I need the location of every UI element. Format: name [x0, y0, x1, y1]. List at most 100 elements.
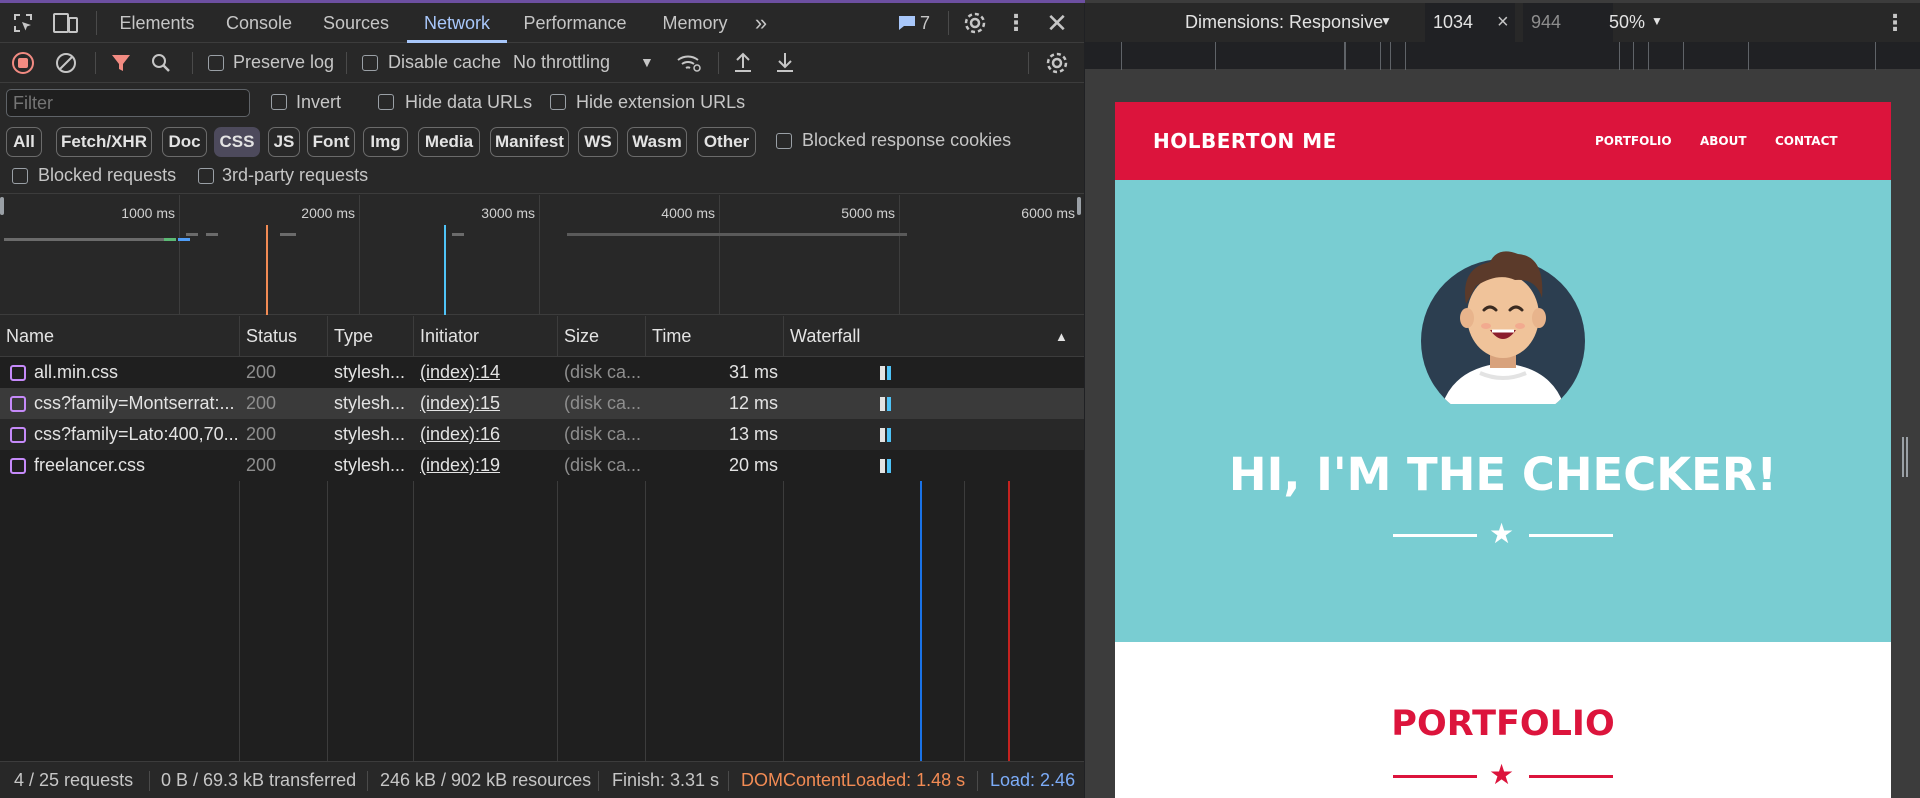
ruler-tick	[1405, 42, 1406, 70]
media-query-ruler[interactable]	[1085, 42, 1920, 70]
overview-dcl-marker	[266, 225, 268, 315]
request-name: all.min.css	[34, 362, 119, 382]
overview-request-bar	[186, 233, 198, 236]
preserve-log-checkbox[interactable]	[208, 55, 224, 71]
chevron-down-icon[interactable]: ▼	[640, 54, 654, 70]
tab-elements[interactable]: Elements	[108, 3, 206, 43]
column-header-type[interactable]: Type	[328, 316, 414, 357]
table-row[interactable]: css?family=Lato:400,70... 200 stylesh...…	[0, 419, 1084, 450]
type-filter-img[interactable]: Img	[363, 127, 408, 157]
request-initiator-link[interactable]: (index):19	[414, 450, 556, 481]
invert-checkbox[interactable]	[271, 94, 287, 110]
close-devtools-icon[interactable]: ✕	[1044, 8, 1070, 38]
overview-tick-label: 6000 ms	[1021, 205, 1075, 221]
network-settings-gear-icon[interactable]	[1044, 51, 1070, 75]
type-filter-js[interactable]: JS	[268, 127, 300, 157]
type-filter-ws[interactable]: WS	[578, 127, 618, 157]
dimensions-select[interactable]: Dimensions: Responsive	[1185, 3, 1383, 42]
type-filter-font[interactable]: Font	[307, 127, 355, 157]
tab-sources[interactable]: Sources	[312, 3, 400, 43]
type-filter-all[interactable]: All	[6, 127, 42, 157]
timeline-overview[interactable]: 1000 ms 2000 ms 3000 ms 4000 ms 5000 ms …	[0, 195, 1084, 315]
tab-memory[interactable]: Memory	[652, 3, 738, 43]
chevron-down-icon[interactable]: ▼	[1651, 14, 1663, 28]
table-row[interactable]: css?family=Montserrat:... 200 stylesh...…	[0, 388, 1084, 419]
table-row[interactable]: all.min.css 200 stylesh... (index):14 (d…	[0, 357, 1084, 388]
status-resources: 246 kB / 902 kB resources	[380, 770, 592, 790]
type-filter-wasm[interactable]: Wasm	[627, 127, 687, 157]
issues-count[interactable]: 7	[920, 3, 930, 43]
hero-divider-line	[1529, 534, 1613, 537]
export-har-icon[interactable]	[774, 50, 796, 74]
table-header: Name Status Type Initiator Size Time Wat…	[0, 316, 1084, 357]
type-filter-css[interactable]: CSS	[214, 127, 260, 157]
requests-table: Name Status Type Initiator Size Time Wat…	[0, 316, 1084, 761]
request-status: 200	[246, 362, 277, 382]
record-stop-icon[interactable]	[12, 52, 34, 74]
type-filter-media[interactable]: Media	[418, 127, 480, 157]
more-options-icon[interactable]: ⋮	[1005, 10, 1027, 35]
request-size: (disk ca...	[564, 393, 642, 413]
filter-funnel-icon[interactable]	[110, 52, 132, 74]
request-initiator-link[interactable]: (index):16	[414, 419, 556, 450]
blocked-requests-checkbox[interactable]	[12, 168, 28, 184]
status-divider	[598, 771, 599, 791]
overview-left-handle[interactable]	[0, 197, 4, 215]
nav-link-contact[interactable]: CONTACT	[1775, 102, 1838, 180]
column-header-name[interactable]: Name	[0, 316, 240, 357]
filter-bar: Invert Hide data URLs Hide extension URL…	[0, 84, 1084, 194]
overview-tick-label: 5000 ms	[841, 205, 895, 221]
site-brand[interactable]: HOLBERTON ME	[1153, 102, 1337, 180]
throttling-select[interactable]: No throttling	[513, 52, 610, 73]
column-header-status[interactable]: Status	[240, 316, 328, 357]
nav-link-portfolio[interactable]: PORTFOLIO	[1595, 102, 1672, 180]
device-more-options-icon[interactable]: ⋮	[1884, 10, 1906, 35]
sort-ascending-icon[interactable]: ▲	[1055, 329, 1068, 344]
overview-right-handle[interactable]	[1077, 197, 1081, 215]
ruler-tick	[1380, 42, 1381, 70]
viewport-resize-handle[interactable]	[1902, 437, 1908, 477]
blocked-response-cookies-checkbox[interactable]	[776, 133, 792, 149]
request-initiator-link[interactable]: (index):14	[414, 357, 556, 388]
disable-cache-checkbox[interactable]	[362, 55, 378, 71]
overview-request-bar	[178, 238, 190, 241]
portfolio-divider-line	[1529, 775, 1613, 778]
nav-link-about[interactable]: ABOUT	[1700, 102, 1747, 180]
clear-icon[interactable]	[55, 52, 77, 74]
zoom-select[interactable]: 50%	[1609, 3, 1645, 42]
inspect-element-icon[interactable]	[10, 11, 36, 35]
ruler-tick	[1633, 42, 1634, 70]
network-conditions-icon[interactable]	[676, 52, 702, 74]
device-toolbar-icon[interactable]	[52, 11, 80, 35]
column-header-size[interactable]: Size	[558, 316, 646, 357]
type-filter-manifest[interactable]: Manifest	[490, 127, 569, 157]
hide-data-urls-checkbox[interactable]	[378, 94, 394, 110]
type-filter-doc[interactable]: Doc	[162, 127, 207, 157]
third-party-requests-checkbox[interactable]	[198, 168, 214, 184]
filter-input[interactable]	[6, 89, 250, 117]
tab-network[interactable]: Network	[407, 3, 507, 43]
column-header-initiator[interactable]: Initiator	[414, 316, 558, 357]
table-row[interactable]: freelancer.css 200 stylesh... (index):19…	[0, 450, 1084, 481]
status-dom-content-loaded: DOMContentLoaded: 1.48 s	[741, 770, 966, 790]
status-finish: Finish: 3.31 s	[612, 770, 720, 790]
tab-performance[interactable]: Performance	[517, 3, 633, 43]
more-tabs-icon[interactable]: »	[748, 10, 774, 35]
import-har-icon[interactable]	[732, 50, 754, 74]
chevron-down-icon[interactable]: ▼	[1380, 14, 1392, 28]
waterfall-bar	[880, 428, 885, 442]
type-filter-other[interactable]: Other	[697, 127, 756, 157]
request-initiator-link[interactable]: (index):15	[414, 388, 556, 419]
settings-gear-icon[interactable]	[962, 11, 988, 35]
height-input[interactable]: 944	[1523, 3, 1613, 42]
column-header-waterfall[interactable]: Waterfall	[784, 316, 1084, 357]
request-type: stylesh...	[334, 455, 406, 475]
search-icon[interactable]	[150, 52, 172, 74]
tab-console[interactable]: Console	[216, 3, 302, 43]
issues-icon[interactable]	[896, 13, 918, 33]
type-filter-fetch-xhr[interactable]: Fetch/XHR	[56, 127, 152, 157]
column-header-time[interactable]: Time	[646, 316, 784, 357]
toolbar-divider	[346, 52, 347, 74]
hide-extension-urls-checkbox[interactable]	[550, 94, 566, 110]
device-toolbar: Dimensions: Responsive ▼ 1034 × 944 50% …	[1085, 3, 1920, 42]
